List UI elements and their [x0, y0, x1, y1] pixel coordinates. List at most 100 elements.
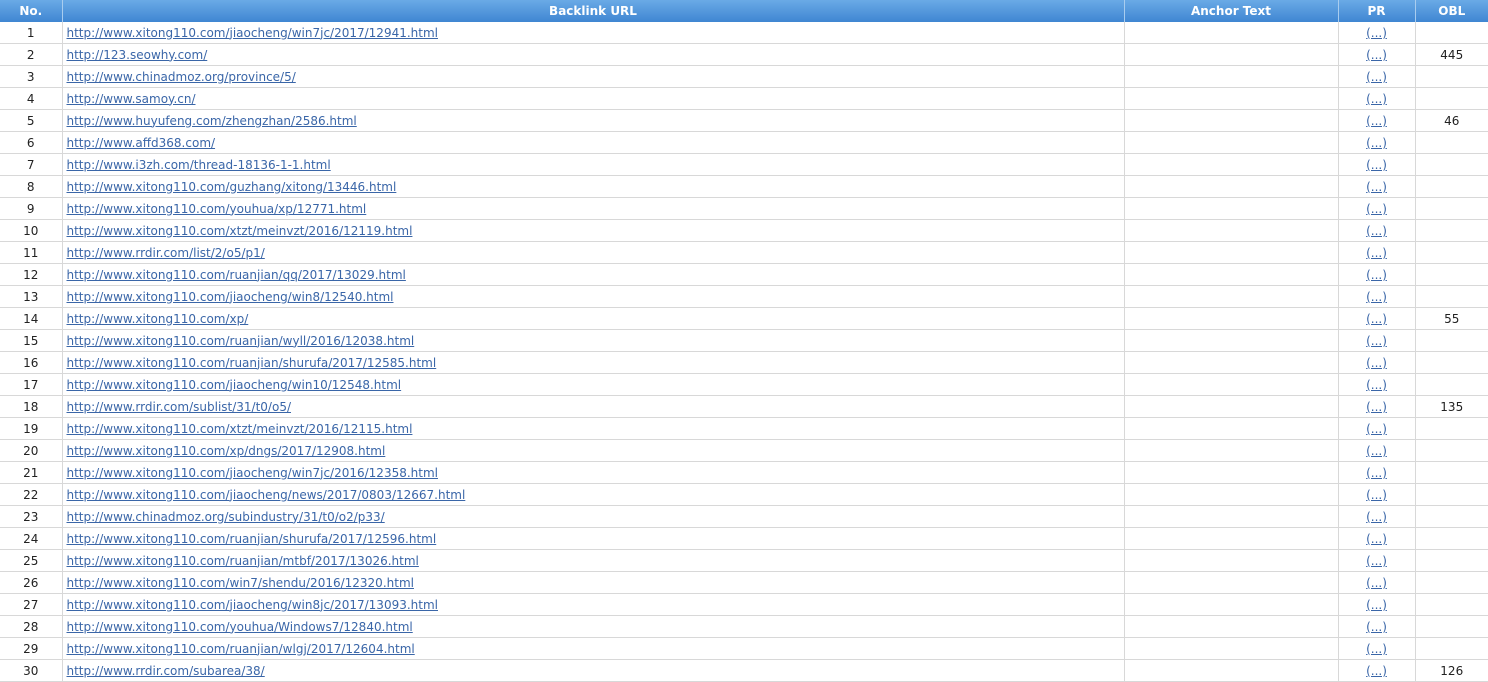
backlink-url-cell: http://www.xitong110.com/ruanjian/wlgj/2…	[62, 637, 1125, 660]
backlink-url-cell: http://www.xitong110.com/ruanjian/mtbf/2…	[62, 549, 1125, 572]
pr-check-link[interactable]: (...)	[1366, 26, 1387, 40]
obl-cell	[1415, 373, 1488, 396]
backlink-url-cell: http://www.xitong110.com/ruanjian/qq/201…	[62, 263, 1125, 286]
table-row: 18 http://www.rrdir.com/sublist/31/t0/o5/…	[0, 395, 1488, 418]
pr-check-link[interactable]: (...)	[1366, 180, 1387, 194]
pr-check-link[interactable]: (...)	[1366, 202, 1387, 216]
backlink-url-link[interactable]: http://www.xitong110.com/ruanjian/wlgj/2…	[67, 642, 415, 656]
pr-check-link[interactable]: (...)	[1366, 356, 1387, 370]
backlink-url-cell: http://www.xitong110.com/youhua/xp/12771…	[62, 197, 1125, 220]
pr-cell: (...)	[1338, 131, 1416, 154]
backlink-url-link[interactable]: http://www.xitong110.com/xtzt/meinvzt/20…	[67, 224, 413, 238]
pr-check-link[interactable]: (...)	[1366, 378, 1387, 392]
pr-cell: (...)	[1338, 241, 1416, 264]
pr-check-link[interactable]: (...)	[1366, 576, 1387, 590]
pr-check-link[interactable]: (...)	[1366, 642, 1387, 656]
pr-cell: (...)	[1338, 153, 1416, 176]
backlink-url-cell: http://www.xitong110.com/ruanjian/shuruf…	[62, 527, 1125, 550]
pr-check-link[interactable]: (...)	[1366, 334, 1387, 348]
backlink-url-link[interactable]: http://www.i3zh.com/thread-18136-1-1.htm…	[67, 158, 331, 172]
backlink-url-cell: http://www.xitong110.com/youhua/Windows7…	[62, 615, 1125, 638]
backlink-url-link[interactable]: http://www.affd368.com/	[67, 136, 216, 150]
row-number: 20	[0, 439, 63, 462]
table-row: 21 http://www.xitong110.com/jiaocheng/win…	[0, 461, 1488, 484]
backlink-url-link[interactable]: http://www.chinadmoz.org/subindustry/31/…	[67, 510, 385, 524]
backlink-url-link[interactable]: http://www.xitong110.com/xtzt/meinvzt/20…	[67, 422, 413, 436]
pr-check-link[interactable]: (...)	[1366, 268, 1387, 282]
row-number: 12	[0, 263, 63, 286]
table-row: 26 http://www.xitong110.com/win7/shendu/2…	[0, 571, 1488, 594]
backlink-url-link[interactable]: http://www.rrdir.com/subarea/38/	[67, 664, 265, 678]
backlink-url-link[interactable]: http://www.xitong110.com/jiaocheng/win10…	[67, 378, 402, 392]
backlink-url-link[interactable]: http://www.xitong110.com/ruanjian/shuruf…	[67, 532, 437, 546]
pr-check-link[interactable]: (...)	[1366, 246, 1387, 260]
pr-check-link[interactable]: (...)	[1366, 224, 1387, 238]
pr-check-link[interactable]: (...)	[1366, 92, 1387, 106]
table-row: 7 http://www.i3zh.com/thread-18136-1-1.ht…	[0, 153, 1488, 176]
pr-check-link[interactable]: (...)	[1366, 70, 1387, 84]
pr-cell: (...)	[1338, 307, 1416, 330]
table-row: 17 http://www.xitong110.com/jiaocheng/win…	[0, 373, 1488, 396]
backlink-url-link[interactable]: http://www.xitong110.com/xp/	[67, 312, 249, 326]
backlink-url-link[interactable]: http://www.xitong110.com/guzhang/xitong/…	[67, 180, 397, 194]
backlink-url-link[interactable]: http://www.xitong110.com/ruanjian/qq/201…	[67, 268, 406, 282]
backlink-url-link[interactable]: http://www.xitong110.com/ruanjian/mtbf/2…	[67, 554, 419, 568]
backlink-url-link[interactable]: http://www.samoy.cn/	[67, 92, 196, 106]
backlink-url-link[interactable]: http://www.xitong110.com/youhua/Windows7…	[67, 620, 413, 634]
backlink-url-link[interactable]: http://www.xitong110.com/jiaocheng/news/…	[67, 488, 466, 502]
pr-check-link[interactable]: (...)	[1366, 444, 1387, 458]
backlink-url-cell: http://www.i3zh.com/thread-18136-1-1.htm…	[62, 153, 1125, 176]
pr-check-link[interactable]: (...)	[1366, 114, 1387, 128]
obl-cell	[1415, 285, 1488, 308]
backlink-url-cell: http://www.chinadmoz.org/province/5/	[62, 65, 1125, 88]
backlink-url-link[interactable]: http://www.xitong110.com/jiaocheng/win7j…	[67, 26, 439, 40]
pr-check-link[interactable]: (...)	[1366, 312, 1387, 326]
backlink-url-cell: http://123.seowhy.com/	[62, 43, 1125, 66]
backlink-url-link[interactable]: http://www.xitong110.com/jiaocheng/win8/…	[67, 290, 394, 304]
pr-check-link[interactable]: (...)	[1366, 664, 1387, 678]
pr-check-link[interactable]: (...)	[1366, 488, 1387, 502]
pr-check-link[interactable]: (...)	[1366, 598, 1387, 612]
pr-check-link[interactable]: (...)	[1366, 620, 1387, 634]
table-body: 1 http://www.xitong110.com/jiaocheng/win7…	[0, 22, 1488, 682]
pr-cell: (...)	[1338, 329, 1416, 352]
pr-check-link[interactable]: (...)	[1366, 290, 1387, 304]
backlink-url-link[interactable]: http://www.xitong110.com/xp/dngs/2017/12…	[67, 444, 386, 458]
pr-check-link[interactable]: (...)	[1366, 510, 1387, 524]
backlink-url-link[interactable]: http://www.rrdir.com/list/2/o5/p1/	[67, 246, 265, 260]
pr-check-link[interactable]: (...)	[1366, 532, 1387, 546]
pr-cell: (...)	[1338, 571, 1416, 594]
pr-check-link[interactable]: (...)	[1366, 158, 1387, 172]
backlink-url-link[interactable]: http://www.huyufeng.com/zhengzhan/2586.h…	[67, 114, 357, 128]
backlink-url-link[interactable]: http://www.xitong110.com/jiaocheng/win7j…	[67, 466, 439, 480]
pr-check-link[interactable]: (...)	[1366, 136, 1387, 150]
anchor-text-cell	[1124, 395, 1339, 418]
backlink-url-cell: http://www.xitong110.com/jiaocheng/win7j…	[62, 22, 1125, 44]
pr-check-link[interactable]: (...)	[1366, 466, 1387, 480]
backlink-url-link[interactable]: http://www.chinadmoz.org/province/5/	[67, 70, 296, 84]
anchor-text-cell	[1124, 285, 1339, 308]
pr-check-link[interactable]: (...)	[1366, 422, 1387, 436]
pr-cell: (...)	[1338, 87, 1416, 110]
backlink-url-link[interactable]: http://www.xitong110.com/jiaocheng/win8j…	[67, 598, 439, 612]
row-number: 5	[0, 109, 63, 132]
obl-cell	[1415, 22, 1488, 44]
backlink-url-link[interactable]: http://www.xitong110.com/youhua/xp/12771…	[67, 202, 367, 216]
anchor-text-cell	[1124, 65, 1339, 88]
backlink-url-link[interactable]: http://www.xitong110.com/ruanjian/wyll/2…	[67, 334, 415, 348]
table-row: 22 http://www.xitong110.com/jiaocheng/new…	[0, 483, 1488, 506]
backlink-url-link[interactable]: http://www.rrdir.com/sublist/31/t0/o5/	[67, 400, 292, 414]
anchor-text-cell	[1124, 351, 1339, 374]
pr-cell: (...)	[1338, 109, 1416, 132]
pr-check-link[interactable]: (...)	[1366, 554, 1387, 568]
backlink-url-link[interactable]: http://123.seowhy.com/	[67, 48, 208, 62]
backlink-url-link[interactable]: http://www.xitong110.com/win7/shendu/201…	[67, 576, 414, 590]
backlink-url-link[interactable]: http://www.xitong110.com/ruanjian/shuruf…	[67, 356, 437, 370]
table-row: 24 http://www.xitong110.com/ruanjian/shur…	[0, 527, 1488, 550]
pr-cell: (...)	[1338, 197, 1416, 220]
row-number: 30	[0, 659, 63, 682]
pr-cell: (...)	[1338, 527, 1416, 550]
pr-check-link[interactable]: (...)	[1366, 48, 1387, 62]
row-number: 22	[0, 483, 63, 506]
pr-check-link[interactable]: (...)	[1366, 400, 1387, 414]
